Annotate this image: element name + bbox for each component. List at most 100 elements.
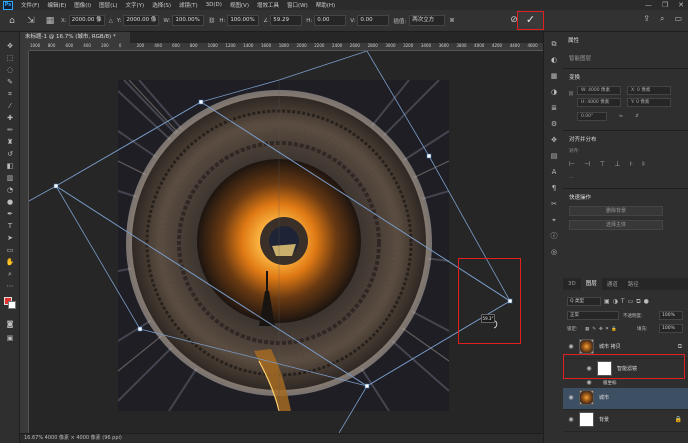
zoom-tool-icon[interactable]: ⌕ [0, 268, 20, 280]
width-input[interactable]: 100.00% [172, 15, 205, 26]
more-options-icon[interactable]: ⋯ [569, 176, 574, 181]
layer-row-polar-coordinates[interactable]: ◉ 极坐标 [563, 379, 688, 387]
canvas-area[interactable] [29, 51, 562, 433]
transform-handle[interactable] [53, 183, 59, 189]
fill-input[interactable]: 100% [659, 324, 683, 333]
color-icon[interactable]: ◐ [544, 52, 564, 68]
filter-toggle-icon[interactable]: ● [644, 298, 649, 305]
transform-handle[interactable] [426, 153, 432, 159]
libraries-icon[interactable]: ≣ [544, 100, 564, 116]
layer-name[interactable]: 城市 [599, 394, 609, 401]
x-field[interactable]: X: 0 像素 [627, 86, 671, 95]
align-left-icon[interactable]: ⊢ [569, 160, 575, 168]
menu-3d[interactable]: 3D(D) [202, 2, 226, 8]
history-icon[interactable]: ⧉ [544, 36, 564, 52]
swatches-icon[interactable]: ▦ [544, 68, 564, 84]
align-top-icon[interactable]: ⊥ [614, 160, 620, 168]
y-field[interactable]: Y: 0 像素 [627, 98, 671, 107]
tab-3d[interactable]: 3D [563, 281, 581, 287]
filter-smart-icon[interactable]: ⧉ [636, 298, 640, 306]
opacity-input[interactable]: 100% [659, 311, 683, 320]
filter-adjust-icon[interactable]: ◑ [613, 298, 618, 305]
menu-window[interactable]: 窗口(W) [283, 1, 312, 9]
channels-icon[interactable]: ▤ [544, 148, 564, 164]
move-tool-icon[interactable]: ✥ [0, 40, 20, 52]
flip-horizontal-icon[interactable]: ⇋ [619, 114, 623, 119]
properties-icon[interactable]: ⚙ [544, 116, 564, 132]
eyedropper-tool-icon[interactable]: ⁄ [0, 100, 20, 112]
crop-tool-icon[interactable]: ⌗ [0, 88, 20, 100]
filter-shape-icon[interactable]: ▭ [628, 298, 634, 305]
blend-mode-select[interactable]: 正常 [567, 311, 619, 320]
menu-layer[interactable]: 图层(L) [95, 1, 121, 9]
menu-view[interactable]: 视图(V) [226, 1, 253, 9]
align-vcenter-icon[interactable]: ⊦ [629, 160, 633, 168]
home-icon[interactable]: ⌂ [5, 14, 19, 28]
align-right-icon[interactable]: ⊤ [599, 160, 605, 168]
lock-icons[interactable]: ▦✎✥⌗🔒 [585, 326, 620, 332]
remove-background-button[interactable]: 删除背景 [569, 206, 663, 216]
transform-handle[interactable] [137, 326, 143, 332]
menu-image[interactable]: 图像(I) [70, 1, 95, 9]
stamp-tool-icon[interactable]: ♜ [0, 136, 20, 148]
tab-layers[interactable]: 图层 [580, 278, 602, 290]
transform-handle[interactable] [364, 383, 370, 389]
layer-name[interactable]: 城市 拷贝 [599, 343, 621, 350]
dodge-tool-icon[interactable]: ● [0, 196, 20, 208]
paragraph-icon[interactable]: ¶ [544, 180, 564, 196]
character-icon[interactable]: A [544, 164, 564, 180]
tool-preset-icon[interactable]: ⇲ [24, 14, 38, 28]
height-input[interactable]: 100.00% [227, 15, 260, 26]
flip-vertical-icon[interactable]: ⇵ [635, 114, 639, 119]
restore-icon[interactable]: ❐ [662, 1, 668, 9]
hand-tool-icon[interactable]: ✋ [0, 256, 20, 268]
gradient-tool-icon[interactable]: ▥ [0, 172, 20, 184]
align-hcenter-icon[interactable]: ⊣ [584, 160, 590, 168]
brushes-icon[interactable]: ✂ [544, 196, 564, 212]
document-tab[interactable]: 未标题-1 @ 16.7% (城市, RGB/8) * [20, 32, 130, 43]
hskew-input[interactable]: 0.00 [314, 15, 347, 26]
menu-plugins[interactable]: 增效工具 [253, 1, 283, 9]
commit-transform-button[interactable]: ✓ [517, 11, 544, 30]
tab-paths[interactable]: 路径 [623, 280, 644, 288]
angle-field[interactable]: 0.00° [577, 112, 607, 121]
canvas-artwork[interactable] [29, 51, 562, 433]
menu-help[interactable]: 帮助(H) [312, 1, 339, 9]
workspace-icon[interactable]: ▭ [674, 14, 682, 24]
select-subject-button[interactable]: 选择主体 [569, 220, 663, 230]
vertical-ruler[interactable] [20, 51, 29, 433]
background-color-swatch[interactable] [8, 301, 16, 309]
paths-icon[interactable]: ✥ [544, 132, 564, 148]
search-icon[interactable]: ⌕ [660, 14, 664, 24]
align-section-title[interactable]: 对齐并分布 [569, 135, 597, 143]
screen-mode-icon[interactable]: ▣ [0, 332, 20, 344]
share-icon[interactable]: ⇪ [643, 14, 650, 24]
pen-tool-icon[interactable]: ✒ [0, 208, 20, 220]
x-input[interactable]: 2000.00 像 [68, 15, 105, 26]
history-brush-tool-icon[interactable]: ↺ [0, 148, 20, 160]
filter-pixel-icon[interactable]: ▣ [604, 298, 610, 305]
styles-icon[interactable]: ◎ [544, 244, 564, 260]
more-tools-icon[interactable]: ⋯ [0, 280, 20, 292]
menu-type[interactable]: 文字(Y) [122, 1, 149, 9]
interpolation-select[interactable]: 两次立方 [409, 15, 446, 26]
filter-type-icon[interactable]: T [621, 298, 625, 305]
transform-handle[interactable] [198, 99, 204, 105]
height-field[interactable]: H: 4000 像素 [577, 98, 621, 107]
link-icon[interactable]: ⛓ [568, 92, 574, 97]
warp-icon[interactable]: ⌘ [449, 18, 455, 24]
quick-actions-title[interactable]: 快速操作 [569, 193, 591, 201]
navigator-icon[interactable]: ⌖ [544, 212, 564, 228]
eraser-tool-icon[interactable]: ◧ [0, 160, 20, 172]
transform-section-title[interactable]: 变换 [569, 73, 580, 81]
visibility-eye-icon[interactable]: ◉ [567, 394, 575, 402]
blur-tool-icon[interactable]: ◔ [0, 184, 20, 196]
visibility-eye-icon[interactable]: ◉ [585, 379, 593, 387]
close-icon[interactable]: ✕ [678, 1, 684, 9]
marquee-tool-icon[interactable]: ⬚ [0, 52, 20, 64]
lasso-tool-icon[interactable]: ◌ [0, 64, 20, 76]
layer-row-background[interactable]: ◉ 背景 🔒 [563, 410, 688, 432]
link-icon[interactable]: ⛓ [208, 18, 215, 24]
layer-name[interactable]: 背景 [599, 416, 609, 423]
healing-tool-icon[interactable]: ✚ [0, 112, 20, 124]
